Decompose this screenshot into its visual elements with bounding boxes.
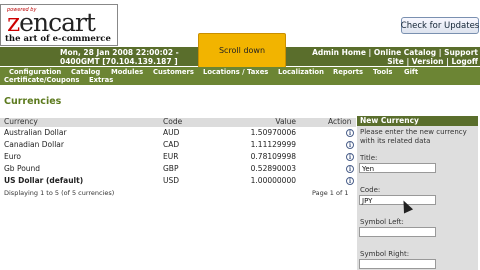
row-value: 1.00000000 [250,176,296,185]
symbol-left-label: Symbol Left: [360,218,404,226]
server-datetime: Mon, 28 Jan 2008 22:00:02 - 0400GMT [70.… [60,48,179,66]
title-input[interactable]: Yen [359,163,436,173]
logo-wordmark: zencart [7,8,96,37]
row-currency: Canadian Dollar [4,140,64,149]
row-code: USD [163,176,180,185]
symbol-left-input[interactable] [359,227,436,237]
menu-extras[interactable]: Extras [89,76,113,84]
page-title: Currencies [4,96,62,107]
menu-gift[interactable]: Gift [404,68,418,76]
scroll-down-callout: Scroll down [198,33,286,68]
zencart-logo[interactable]: powered by zencart the art of e-commerce [0,4,118,46]
info-icon[interactable]: i [346,165,354,173]
row-code: GBP [163,164,179,173]
menu-certificate-coupons[interactable]: Certificate/Coupons [4,76,79,84]
row-currency: Gb Pound [4,164,41,173]
col-header-code: Code [163,117,183,126]
header-links[interactable]: Admin Home | Online Catalog | Support Si… [312,48,478,66]
menu-reports[interactable]: Reports [333,68,363,76]
menu-modules[interactable]: Modules [111,68,143,76]
row-value: 0.78109998 [250,152,296,161]
code-label: Code: [360,186,381,194]
panel-intro-line-2: with its related data [360,137,431,145]
panel-title: New Currency [357,116,478,126]
row-code: EUR [163,152,179,161]
menu-configuration[interactable]: Configuration [9,68,61,76]
info-icon[interactable]: i [346,153,354,161]
row-value: 1.11129999 [250,140,296,149]
col-header-currency: Currency [4,117,38,126]
info-icon[interactable]: i [346,141,354,149]
menu-tools[interactable]: Tools [373,68,392,76]
admin-menu-bar: Configuration Catalog Modules Customers … [0,67,480,85]
row-code: CAD [163,140,180,149]
menu-localization[interactable]: Localization [278,68,324,76]
row-currency: US Dollar (default) [4,176,84,185]
row-code: AUD [163,128,180,137]
symbol-right-input[interactable] [359,259,436,269]
row-value: 0.52890003 [250,164,296,173]
new-currency-panel: New Currency Please enter the new curren… [357,116,478,270]
row-currency: Australian Dollar [4,128,67,137]
page-count: Page 1 of 1 [312,189,349,197]
menu-customers[interactable]: Customers [153,68,194,76]
logo-tagline: the art of e-commerce [5,34,111,44]
panel-intro-line-1: Please enter the new currency [360,128,467,136]
info-icon[interactable]: i [346,129,354,137]
row-currency: Euro [4,152,21,161]
symbol-right-label: Symbol Right: [360,250,410,258]
menu-catalog[interactable]: Catalog [71,68,100,76]
check-updates-button[interactable]: Check for Updates [401,17,479,34]
code-input[interactable]: JPY [359,195,436,205]
menu-locations-taxes[interactable]: Locations / Taxes [203,68,268,76]
col-header-action: Action [328,117,352,126]
info-icon[interactable]: i [346,177,354,185]
col-header-value: Value [275,117,296,126]
title-label: Title: [360,154,378,162]
row-value: 1.50970006 [250,128,296,137]
table-count: Displaying 1 to 5 (of 5 currencies) [4,189,115,197]
